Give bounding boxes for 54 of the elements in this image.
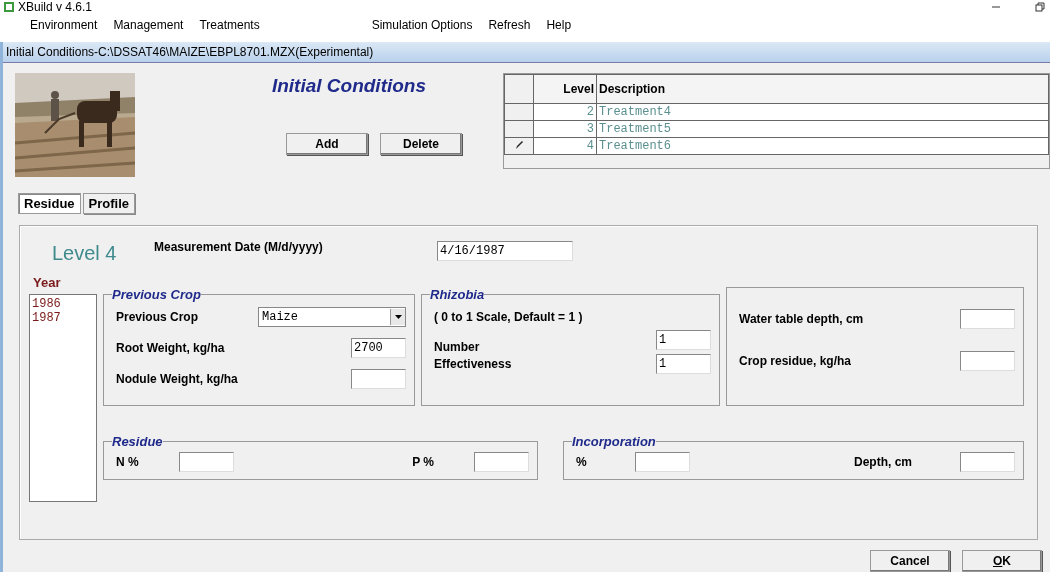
scale-note: ( 0 to 1 Scale, Default = 1 ): [434, 309, 584, 326]
field-label: Effectiveness: [434, 356, 512, 371]
group-title: Incorporation: [572, 433, 656, 449]
input-field[interactable]: [178, 451, 234, 472]
field-label: Previous Crop: [116, 310, 199, 325]
column-header: Description: [596, 74, 1049, 104]
field-label: Nodule Weight, kg/ha: [116, 372, 238, 387]
tab[interactable]: Profile: [82, 193, 136, 215]
input-field[interactable]: 1: [656, 353, 711, 374]
list-item[interactable]: 1986: [32, 296, 94, 311]
field-label: Number: [434, 339, 480, 354]
level-title: Level 4: [52, 241, 118, 265]
menu-item[interactable]: Refresh: [486, 16, 533, 34]
field-label: Depth, cm: [854, 454, 912, 469]
dialog-button[interactable]: Cancel: [870, 550, 950, 572]
menu-item[interactable]: Help: [544, 16, 574, 34]
date-field[interactable]: 4/16/1987: [437, 241, 573, 262]
field-label: N %: [116, 454, 139, 469]
group-title: Previous Crop: [112, 286, 201, 302]
menu-item[interactable]: Management: [111, 16, 186, 34]
field-label: Root Weight, kg/ha: [116, 341, 225, 356]
input-field[interactable]: [960, 308, 1015, 329]
field-label: %: [576, 454, 587, 469]
pencil-icon: [514, 139, 524, 150]
field-label: Crop residue, kg/ha: [739, 353, 852, 368]
input-field[interactable]: [634, 451, 690, 472]
menu-item[interactable]: Simulation Options: [369, 16, 475, 34]
menu-item[interactable]: Environment: [28, 16, 100, 34]
input-field[interactable]: 1: [656, 329, 711, 350]
input-field[interactable]: [351, 369, 406, 390]
column-header: Level: [533, 74, 597, 104]
window-title: Initial Conditions-C:\DSSAT46\MAIZE\EBPL8701.MZX(Experimental): [3, 42, 1050, 63]
group-title: Residue: [112, 433, 163, 449]
year-list[interactable]: 1986 1987: [29, 293, 97, 502]
form-button[interactable]: Delete: [380, 132, 462, 155]
form-button[interactable]: Add: [286, 132, 368, 155]
field-label: Water table depth, cm: [739, 311, 864, 326]
input-field[interactable]: 2700: [351, 338, 406, 359]
group-title: Rhizobia: [430, 286, 485, 302]
input-field[interactable]: [474, 451, 529, 472]
list-item[interactable]: 1987: [32, 310, 94, 325]
tab[interactable]: Residue: [18, 193, 81, 215]
dropdown-arrow-icon: [394, 315, 402, 320]
crop-dropdown[interactable]: Maize: [258, 307, 406, 328]
input-field[interactable]: [960, 350, 1015, 371]
field-label: P %: [412, 454, 434, 469]
restore-icon[interactable]: [1034, 2, 1046, 12]
menu-item[interactable]: Treatments: [197, 16, 262, 34]
field-label: Measurement Date (M/d/yyyy): [154, 240, 324, 255]
form-heading: Initial Conditions: [271, 74, 427, 97]
year-label: Year: [33, 274, 62, 290]
dialog-button[interactable]: OK: [962, 550, 1042, 572]
app-title: XBuild v 4.6.1: [18, 0, 93, 14]
input-field[interactable]: [960, 451, 1015, 472]
